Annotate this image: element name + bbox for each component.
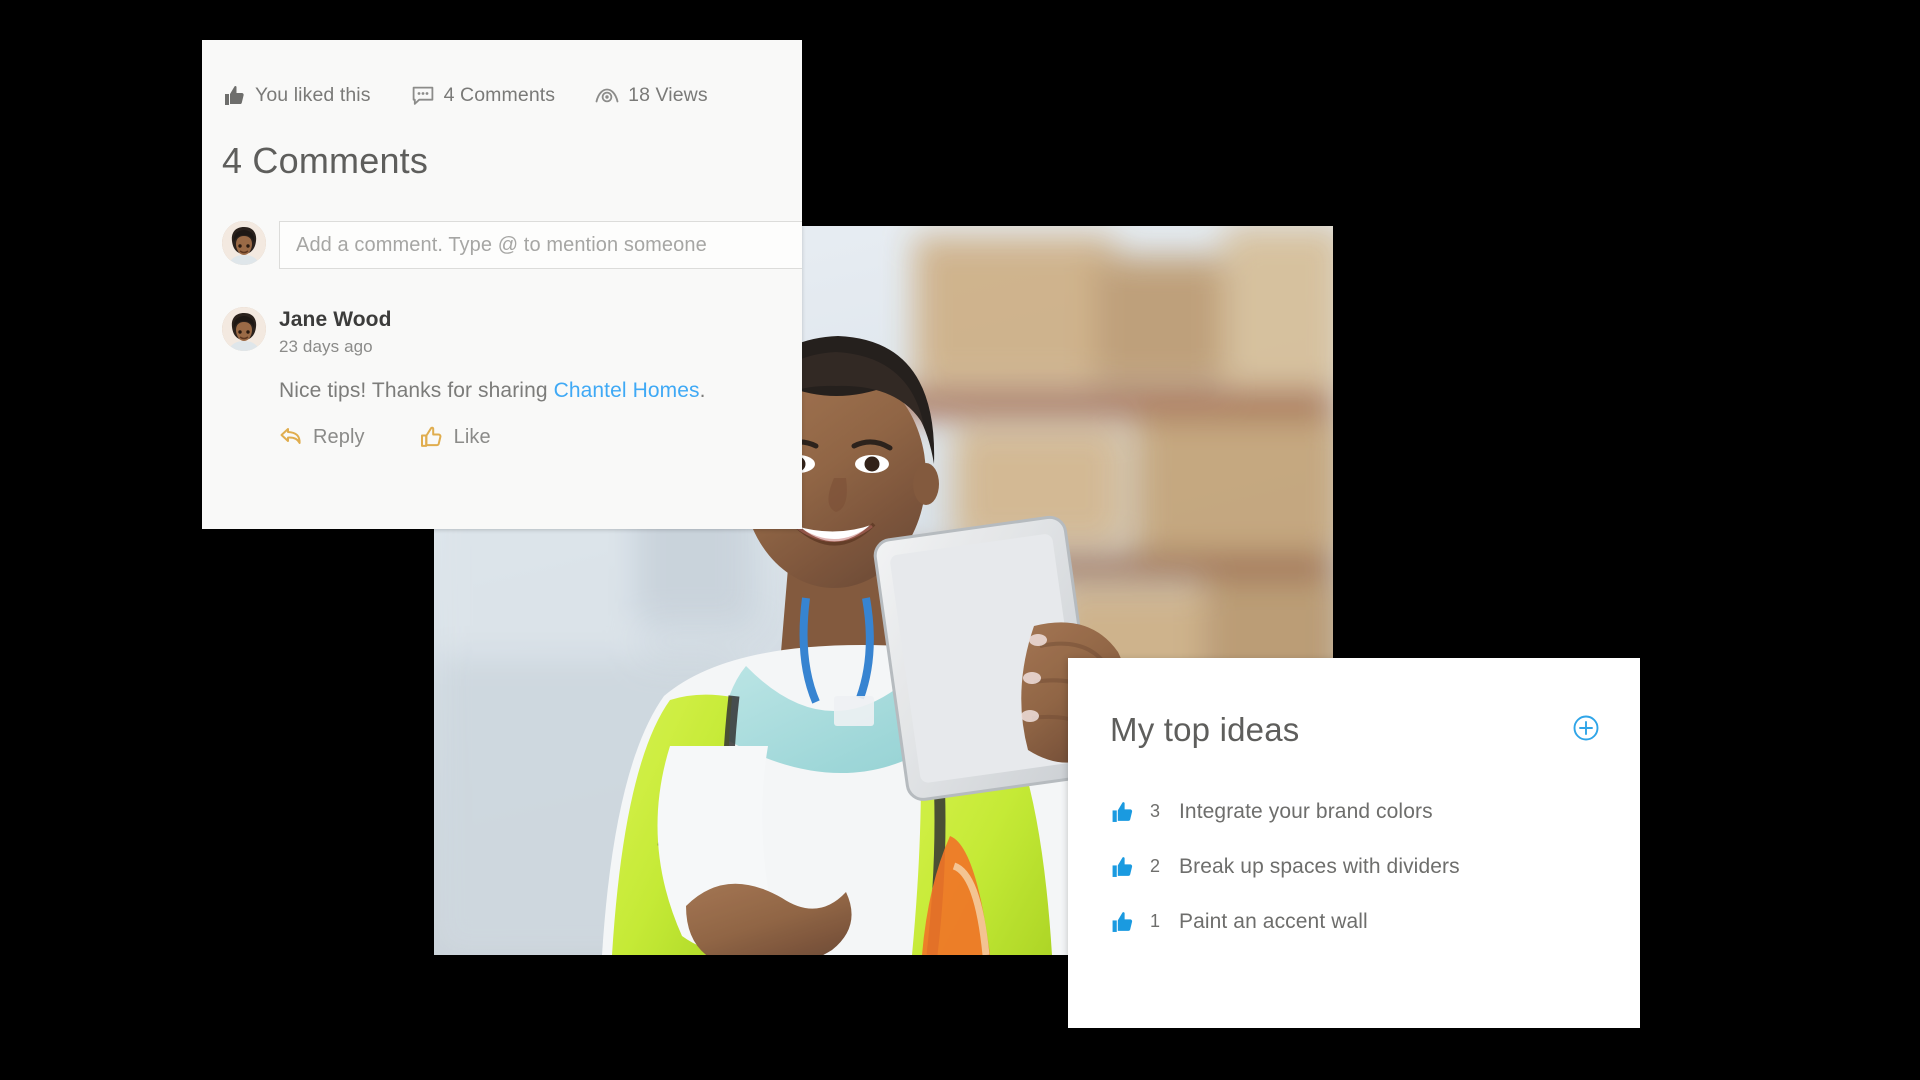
post-stats-bar: You liked this 4 Comments 18 Views — [202, 40, 802, 107]
plus-circle-icon — [1572, 714, 1600, 747]
idea-vote-count: 3 — [1149, 801, 1160, 821]
reply-label: Reply — [313, 425, 365, 448]
eye-icon — [595, 85, 619, 107]
comments-panel: You liked this 4 Comments 18 Views 4 Com… — [202, 40, 802, 529]
idea-vote-count: 1 — [1149, 911, 1160, 931]
top-ideas-panel: My top ideas 3 Integrate your brand colo… — [1068, 658, 1640, 1028]
comments-heading: 4 Comments — [222, 140, 429, 181]
comment-text: Nice tips! Thanks for sharing Chantel Ho… — [279, 379, 706, 403]
comment-text-after: . — [699, 379, 706, 402]
top-ideas-title: My top ideas — [1110, 711, 1300, 748]
idea-label[interactable]: Integrate your brand colors — [1179, 800, 1433, 824]
views-count: 18 Views — [595, 84, 708, 107]
like-status[interactable]: You liked this — [222, 84, 371, 107]
comment-item: Jane Wood 23 days ago Nice tips! Thanks … — [202, 269, 802, 449]
thumbs-up-icon[interactable] — [1110, 856, 1136, 878]
comment-actions: Reply Like — [279, 425, 706, 449]
thumbs-up-icon[interactable] — [1110, 801, 1136, 823]
comment-timestamp: 23 days ago — [279, 337, 373, 356]
comment-author-name[interactable]: Jane Wood — [279, 308, 706, 332]
list-item[interactable]: 2 Break up spaces with dividers — [1110, 839, 1640, 894]
thumbs-up-icon[interactable] — [1110, 911, 1136, 933]
screen-root: You liked this 4 Comments 18 Views 4 Com… — [0, 0, 1920, 1080]
comment-mention-link[interactable]: Chantel Homes — [554, 379, 700, 402]
top-ideas-list: 3 Integrate your brand colors 2 Break up… — [1068, 749, 1640, 949]
comments-count[interactable]: 4 Comments — [411, 84, 556, 107]
comment-text-before: Nice tips! Thanks for sharing — [279, 379, 554, 402]
list-item[interactable]: 1 Paint an accent wall — [1110, 894, 1640, 949]
idea-vote-count: 2 — [1149, 856, 1160, 876]
thumbs-up-outline-icon — [420, 425, 444, 449]
add-comment-input[interactable]: Add a comment. Type @ to mention someone — [279, 221, 802, 269]
reply-arrow-icon — [279, 425, 303, 449]
add-comment-row: Add a comment. Type @ to mention someone — [202, 182, 802, 269]
add-idea-button[interactable] — [1572, 714, 1600, 747]
current-user-avatar — [222, 221, 266, 265]
list-item[interactable]: 3 Integrate your brand colors — [1110, 784, 1640, 839]
like-label: Like — [453, 425, 491, 448]
reply-button[interactable]: Reply — [279, 425, 365, 449]
top-ideas-header: My top ideas — [1068, 658, 1640, 749]
views-count-label: 18 Views — [628, 84, 708, 106]
thumbs-up-icon — [222, 85, 246, 107]
comment-body: Jane Wood 23 days ago Nice tips! Thanks … — [279, 307, 706, 449]
comments-count-label: 4 Comments — [443, 84, 556, 106]
idea-label[interactable]: Break up spaces with dividers — [1179, 855, 1460, 879]
like-button[interactable]: Like — [420, 425, 491, 449]
comment-author-avatar — [222, 307, 266, 351]
comment-bubble-icon — [411, 85, 435, 107]
idea-label[interactable]: Paint an accent wall — [1179, 910, 1368, 934]
like-status-label: You liked this — [255, 84, 371, 106]
